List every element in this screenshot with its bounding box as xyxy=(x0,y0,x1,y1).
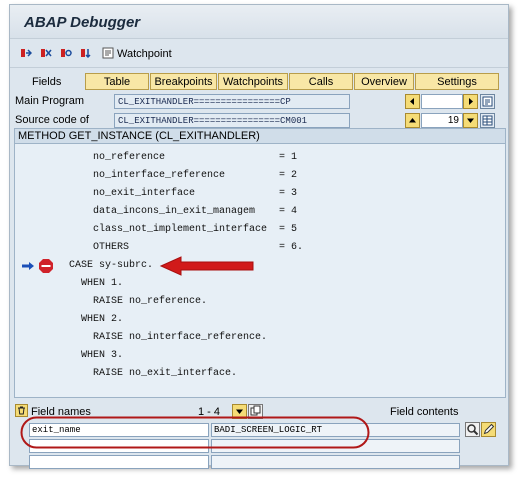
edit-button[interactable] xyxy=(481,422,496,437)
scroll-right-button[interactable] xyxy=(463,94,478,109)
code-line: no_interface_reference = 2 xyxy=(93,170,298,181)
inspect-button[interactable] xyxy=(465,422,480,437)
tab-fields[interactable]: Fields xyxy=(32,76,61,88)
toolbar-separator xyxy=(10,67,508,68)
source-code-field: CL_EXITHANDLER================CM001 xyxy=(114,113,350,128)
arrow-down-icon xyxy=(467,118,474,123)
breakpoint-delete-icon[interactable] xyxy=(40,47,52,59)
main-program-field: CL_EXITHANDLER================CP xyxy=(114,94,350,109)
line-number-field[interactable]: 19 xyxy=(421,113,463,128)
table-view-button[interactable] xyxy=(480,113,495,128)
code-line: WHEN 2. xyxy=(81,314,124,325)
code-line: WHEN 1. xyxy=(81,278,124,289)
code-line: OTHERS = 6. xyxy=(93,242,304,253)
field-contents-label: Field contents xyxy=(390,406,459,418)
watchpoint-icon[interactable] xyxy=(102,47,114,59)
code-line-current: CASE sy-subrc. xyxy=(69,260,154,271)
arrow-right-icon xyxy=(469,98,473,105)
arrow-up-icon xyxy=(409,118,416,123)
pencil-icon xyxy=(483,423,495,435)
debugger-window: ABAP Debugger Watchpoint Fields Table Br… xyxy=(9,4,509,469)
breakpoint-set-icon[interactable] xyxy=(20,47,32,59)
current-line-arrow-icon xyxy=(22,262,34,270)
tab-overview[interactable]: Overview xyxy=(354,73,414,90)
code-line: RAISE no_exit_interface. xyxy=(93,368,238,379)
code-line: no_reference = 1 xyxy=(93,152,298,163)
main-program-label: Main Program xyxy=(15,95,85,107)
code-line: no_exit_interface = 3 xyxy=(93,188,298,199)
method-header: METHOD GET_INSTANCE (CL_EXITHANDLER) xyxy=(15,129,505,144)
code-line: data_incons_in_exit_managem = 4 xyxy=(93,206,298,217)
source-code-label: Source code of xyxy=(15,114,89,126)
arrow-left-icon xyxy=(410,98,414,105)
tab-watchpoints[interactable]: Watchpoints xyxy=(218,73,288,90)
scroll-down-button[interactable] xyxy=(463,113,478,128)
window-title: ABAP Debugger xyxy=(24,14,141,31)
field-name-cell[interactable] xyxy=(29,455,209,469)
breakpoint-stop-icon[interactable] xyxy=(80,47,92,59)
scroll-left-button[interactable] xyxy=(405,94,420,109)
tab-settings[interactable]: Settings xyxy=(415,73,499,90)
code-line: RAISE no_reference. xyxy=(93,296,208,307)
tab-calls[interactable]: Calls xyxy=(289,73,353,90)
source-code-icon xyxy=(482,96,493,107)
code-line: WHEN 3. xyxy=(81,350,124,361)
breakpoint-stop-sign-icon[interactable] xyxy=(39,259,53,273)
navigation-field[interactable] xyxy=(421,94,463,109)
table-icon xyxy=(482,115,493,126)
magnifier-icon xyxy=(467,424,479,436)
tab-table[interactable]: Table xyxy=(85,73,149,90)
title-bar: ABAP Debugger xyxy=(10,5,508,39)
source-code-panel[interactable]: METHOD GET_INSTANCE (CL_EXITHANDLER) no_… xyxy=(14,128,506,398)
tab-breakpoints[interactable]: Breakpoints xyxy=(150,73,217,90)
breakpoint-toggle-icon[interactable] xyxy=(60,47,72,59)
code-line: RAISE no_interface_reference. xyxy=(93,332,268,343)
toolbar: Watchpoint xyxy=(10,39,508,67)
field-inspector: Field names 1 - 4 Field contents exit_na… xyxy=(14,402,504,469)
scroll-up-button[interactable] xyxy=(405,113,420,128)
field-content-cell[interactable] xyxy=(211,455,460,469)
red-annotation-arrow-icon xyxy=(159,256,254,276)
code-line: class_not_implement_interface = 5 xyxy=(93,224,298,235)
highlight-annotation-oval xyxy=(20,416,370,449)
display-source-button[interactable] xyxy=(480,94,495,109)
watchpoint-label[interactable]: Watchpoint xyxy=(117,48,172,60)
